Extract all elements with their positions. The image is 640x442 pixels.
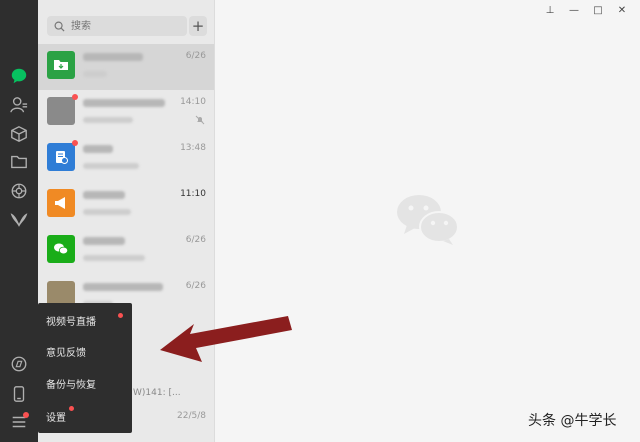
chat-name (83, 99, 165, 107)
chat-name (83, 145, 113, 153)
menu-item-live[interactable]: 视频号直播 (46, 310, 96, 330)
moments-icon[interactable] (9, 181, 29, 201)
phone-icon[interactable] (9, 384, 29, 404)
chat-time: 6/26 (185, 51, 206, 61)
chat-preview (83, 255, 145, 261)
chat-item-file-transfer[interactable]: 6/26 (38, 44, 214, 90)
window-controls: ⊥ — □ ✕ (540, 3, 632, 17)
menu-item-label: 视频号直播 (46, 316, 96, 328)
minimize-button[interactable]: — (564, 3, 584, 17)
chat-icon[interactable] (9, 66, 29, 86)
chat-preview (83, 209, 131, 215)
search-icon (54, 21, 65, 32)
menu-item-label: 备份与恢复 (46, 379, 96, 391)
chat-time: 13:48 (180, 143, 206, 153)
wechat-watermark-icon (397, 195, 459, 245)
channels-icon[interactable] (9, 210, 29, 230)
megaphone-icon (55, 197, 65, 209)
chat-preview (83, 163, 139, 169)
cube-icon[interactable] (9, 124, 29, 144)
avatar (47, 235, 75, 263)
unread-badge (72, 94, 78, 100)
chat-time: 6/26 (185, 281, 206, 291)
mute-bell-icon (195, 115, 205, 125)
chat-item-service-notice[interactable]: 11:10 (38, 182, 214, 228)
menu-item-label: 设置 (46, 412, 66, 424)
menu-icon[interactable] (9, 412, 29, 432)
pin-button[interactable]: ⊥ (540, 3, 560, 17)
folder-icon (54, 60, 68, 70)
chat-preview: W)141: [... (133, 388, 181, 398)
menu-badge (23, 412, 29, 418)
chat-time: 6/26 (185, 235, 206, 245)
wechat-logo-icon (54, 243, 69, 255)
menu-item-feedback[interactable]: 意见反馈 (46, 341, 86, 361)
close-button[interactable]: ✕ (612, 3, 632, 17)
chat-item-group[interactable]: 14:10 (38, 90, 214, 136)
settings-popup-menu: 视频号直播 意见反馈 备份与恢复 设置 (38, 303, 132, 433)
search-bar[interactable] (47, 16, 187, 36)
avatar (47, 140, 78, 171)
main-chat-area: ⊥ — □ ✕ (215, 0, 640, 442)
maximize-button[interactable]: □ (588, 3, 608, 17)
mini-program-icon[interactable] (9, 354, 29, 374)
chat-item-subscriptions[interactable]: 13:48 (38, 136, 214, 182)
chat-time: 22/5/8 (177, 411, 206, 421)
search-input[interactable] (69, 19, 183, 33)
folder-icon[interactable] (9, 152, 29, 172)
contacts-icon[interactable] (9, 95, 29, 115)
chat-name (83, 53, 143, 61)
chat-time: 14:10 (180, 97, 206, 107)
unread-badge (72, 140, 78, 146)
watermark-text: 头条 @牛学长 (528, 413, 617, 429)
chat-item-wechat-pay[interactable]: 6/26 (38, 228, 214, 274)
document-icon (56, 151, 68, 164)
menu-item-backup[interactable]: 备份与恢复 (46, 373, 96, 393)
chat-time: 11:10 (180, 189, 206, 199)
menu-item-settings[interactable]: 设置 (46, 406, 66, 426)
avatar (47, 51, 75, 79)
chat-name (83, 237, 125, 245)
menu-item-label: 意见反馈 (46, 347, 86, 359)
chat-preview (83, 117, 133, 123)
sidebar (0, 0, 38, 442)
avatar (47, 189, 75, 217)
chat-name (83, 283, 163, 291)
avatar (47, 94, 78, 125)
add-button[interactable]: + (189, 16, 207, 36)
chat-preview (83, 71, 107, 77)
annotation-arrow (160, 316, 292, 362)
chat-name (83, 191, 125, 199)
live-badge (118, 313, 123, 318)
settings-badge (69, 406, 74, 411)
